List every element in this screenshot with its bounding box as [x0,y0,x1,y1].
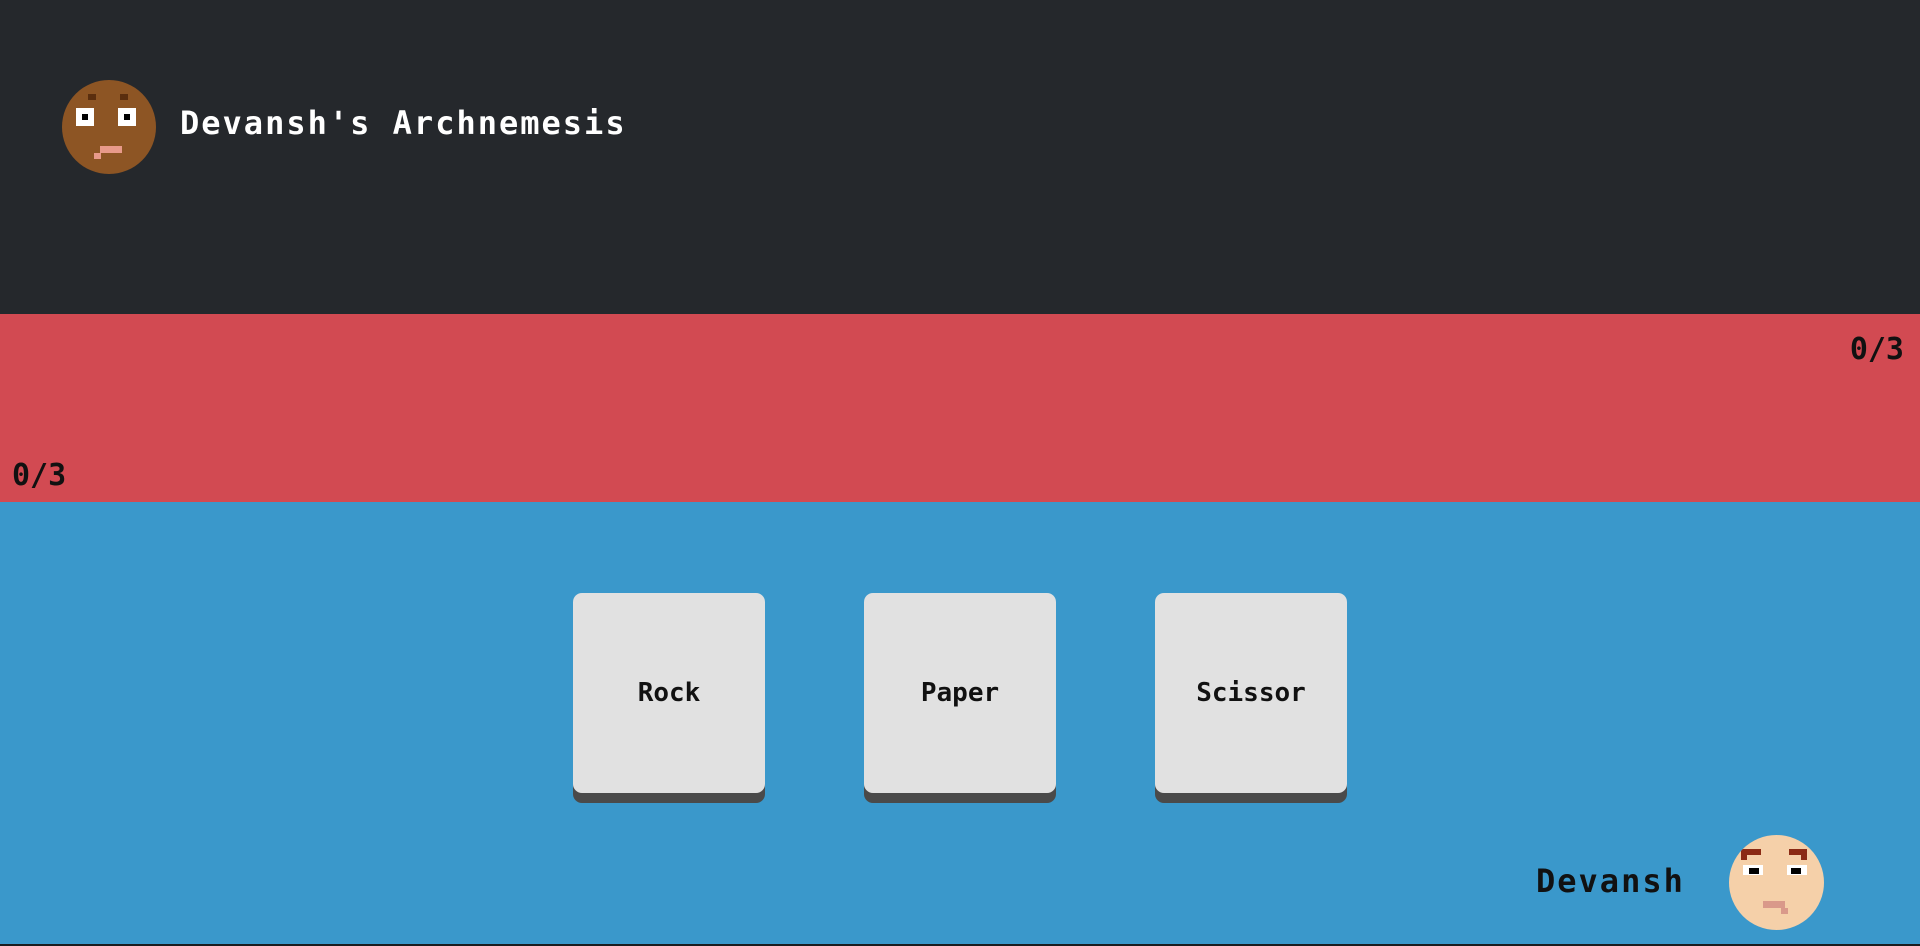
paper-button[interactable]: Paper [864,593,1056,793]
player-section: Rock Paper Scissor Devansh [0,502,1920,944]
opponent-section: Devansh's Archnemesis [0,0,1920,314]
opponent-score: 0/3 [1849,332,1904,367]
battle-area: 0/3 0/3 [0,314,1920,502]
player-name: Devansh [1536,862,1685,900]
opponent-avatar-icon [62,80,156,174]
scissor-button[interactable]: Scissor [1155,593,1347,793]
player-avatar-icon [1729,835,1824,930]
opponent-name: Devansh's Archnemesis [180,104,627,142]
player-score: 0/3 [12,458,67,493]
rock-button[interactable]: Rock [573,593,765,793]
